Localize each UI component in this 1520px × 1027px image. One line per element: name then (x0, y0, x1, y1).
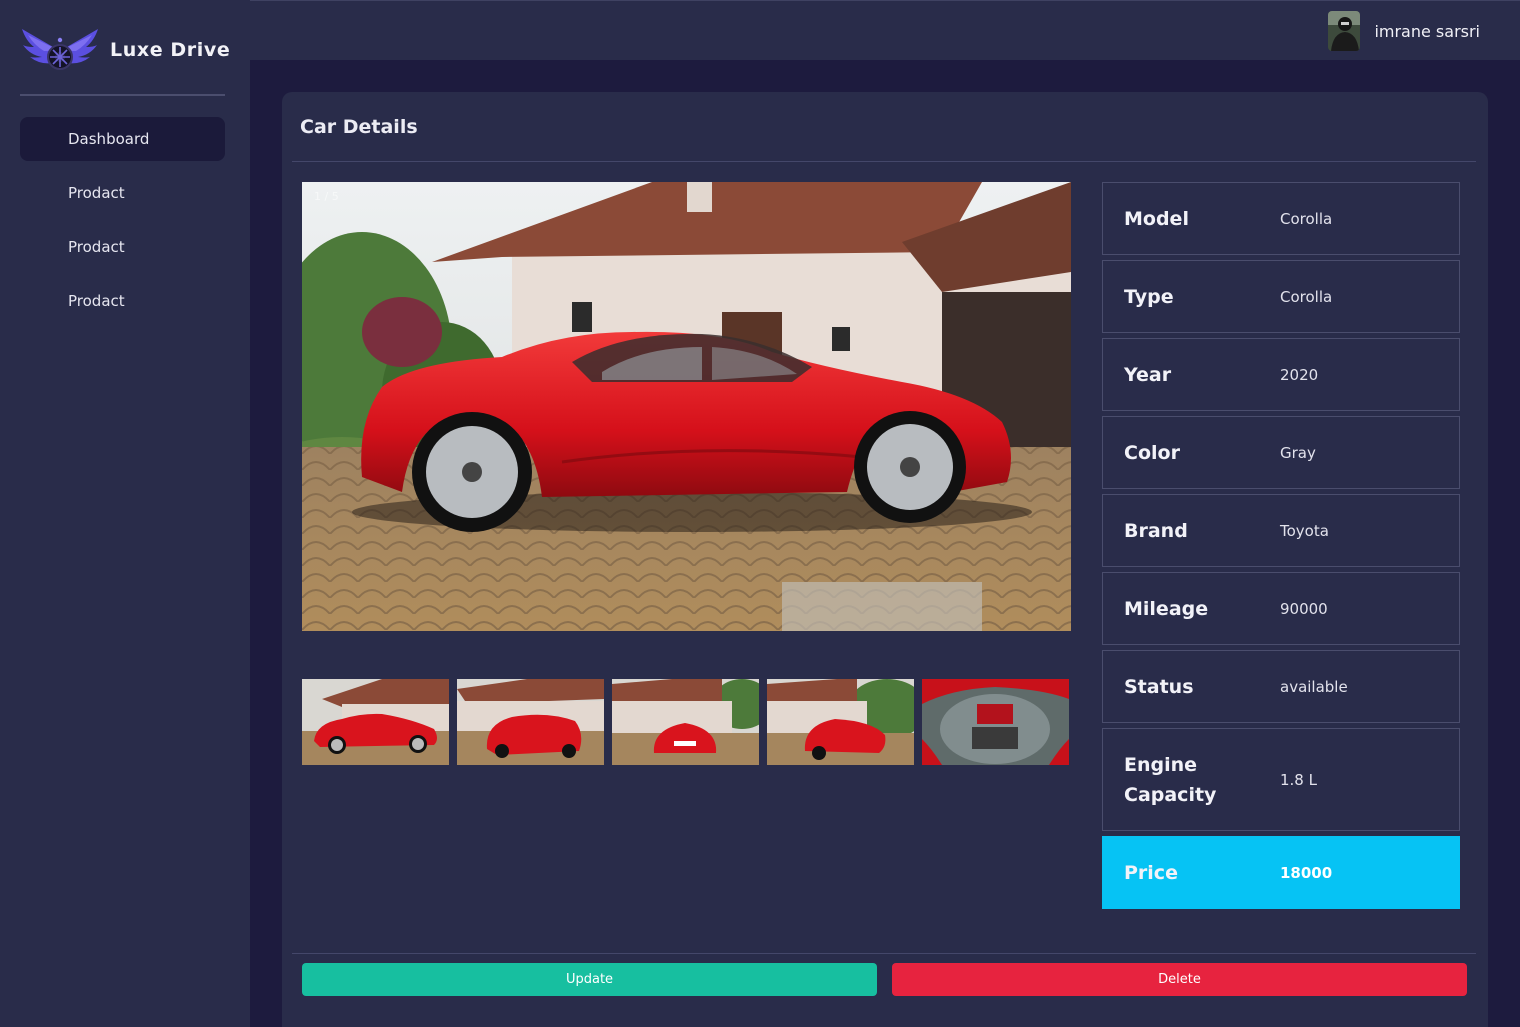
page-title: Car Details (300, 116, 418, 138)
sidebar: Luxe Drive Dashboard Prodact Prodact Pro… (0, 0, 250, 1027)
spec-value: Corolla (1280, 209, 1333, 228)
spec-row-brand: Brand Toyota (1102, 494, 1460, 567)
sidebar-item-prodact-1[interactable]: Prodact (20, 171, 225, 215)
spec-value: Corolla (1280, 287, 1333, 306)
spec-row-engine-capacity: Engine Capacity 1.8 L (1102, 728, 1460, 831)
car-thumbnail-rear-angle (457, 679, 604, 765)
spec-label: Model (1124, 207, 1189, 230)
spec-value: 90000 (1280, 599, 1328, 618)
spec-value: Toyota (1280, 521, 1329, 540)
spec-label: Color (1124, 441, 1180, 464)
spec-label: Mileage (1124, 597, 1209, 620)
brand[interactable]: Luxe Drive (20, 26, 230, 74)
spec-value: available (1280, 677, 1348, 696)
car-main-image[interactable]: 1 / 5 (302, 182, 1071, 631)
update-button[interactable]: Update (302, 963, 877, 996)
thumbnail-1[interactable] (302, 679, 449, 765)
divider (292, 161, 1476, 162)
spec-value: 1.8 L (1280, 770, 1317, 789)
car-thumbnail-rear-side (767, 679, 914, 765)
spec-label: Status (1124, 675, 1194, 698)
avatar[interactable] (1328, 11, 1361, 51)
sidebar-item-prodact-3[interactable]: Prodact (20, 279, 225, 323)
spec-row-price: Price 18000 (1102, 836, 1460, 909)
specs-table: Model Corolla Type Corolla Year 2020 Col… (1102, 182, 1460, 914)
thumbnail-3[interactable] (612, 679, 759, 765)
car-details-card: Car Details 1 / 5 Model Corolla Type Cor… (282, 92, 1488, 1027)
spec-label: Engine Capacity (1124, 753, 1217, 806)
divider (292, 953, 1476, 954)
sidebar-divider (20, 94, 225, 96)
spec-label: Type (1124, 285, 1174, 308)
sidebar-item-prodact-2[interactable]: Prodact (20, 225, 225, 269)
sidebar-item-dashboard[interactable]: Dashboard (20, 117, 225, 161)
spec-label: Price (1124, 861, 1178, 884)
sidebar-item-label: Prodact (68, 184, 125, 202)
topbar: imrane sarsri (250, 0, 1520, 60)
spec-row-model: Model Corolla (1102, 182, 1460, 255)
sidebar-item-label: Prodact (68, 238, 125, 256)
spec-row-year: Year 2020 (1102, 338, 1460, 411)
spec-value: 2020 (1280, 365, 1319, 384)
user-avatar-icon (1328, 11, 1361, 51)
spec-row-status: Status available (1102, 650, 1460, 723)
car-thumbnail-engine (922, 679, 1069, 765)
user-menu[interactable]: imrane sarsri (1328, 11, 1480, 51)
spec-row-color: Color Gray (1102, 416, 1460, 489)
spec-value: Gray (1280, 443, 1316, 462)
user-name: imrane sarsri (1374, 21, 1480, 41)
spec-value: 18000 (1280, 863, 1333, 882)
spec-label: Brand (1124, 519, 1188, 542)
car-thumbnail-rear (612, 679, 759, 765)
sidebar-item-label: Dashboard (68, 130, 150, 148)
slide-counter: 1 / 5 (314, 190, 339, 203)
spec-row-mileage: Mileage 90000 (1102, 572, 1460, 645)
thumbnail-4[interactable] (767, 679, 914, 765)
thumbnail-5[interactable] (922, 679, 1069, 765)
thumbnail-2[interactable] (457, 679, 604, 765)
car-thumbnail-side (302, 679, 449, 765)
brand-name: Luxe Drive (110, 39, 231, 61)
sidebar-nav: Dashboard Prodact Prodact Prodact (20, 117, 225, 333)
thumbnail-strip (302, 679, 1071, 765)
delete-button[interactable]: Delete (892, 963, 1467, 996)
spec-row-type: Type Corolla (1102, 260, 1460, 333)
logo-wings-wheel-icon (22, 29, 98, 70)
spec-label: Year (1124, 363, 1172, 386)
car-photo (302, 182, 1071, 631)
sidebar-item-label: Prodact (68, 292, 125, 310)
